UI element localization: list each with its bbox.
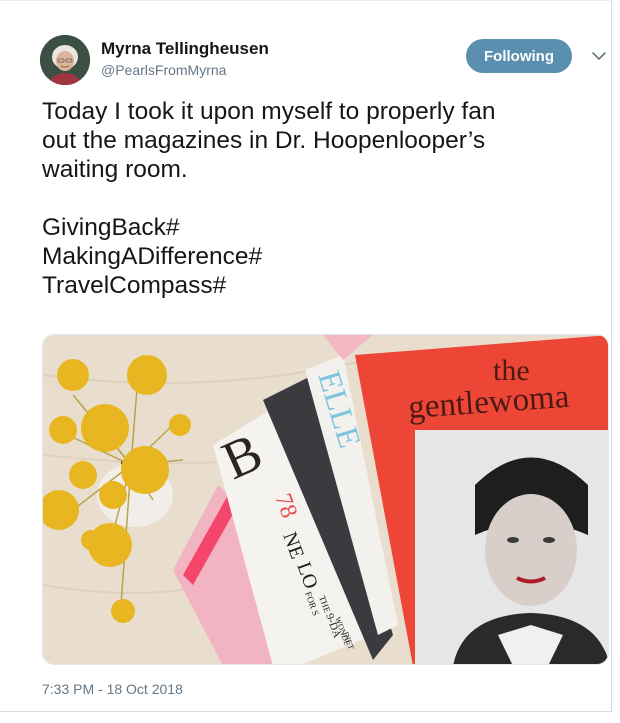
avatar[interactable] (40, 35, 90, 85)
avatar-portrait (40, 35, 90, 85)
tweet-photo[interactable]: B 78 NE LO FOR S THE 9-DA WONDE DIET ELL… (42, 334, 609, 665)
hashtag-line: GivingBack# (42, 214, 180, 241)
tweet-text-line: Today I took it upon myself to properly … (42, 98, 496, 125)
magazines-photo: B 78 NE LO FOR S THE 9-DA WONDE DIET ELL… (43, 335, 608, 664)
hashtag-line: MakingADifference# (42, 243, 263, 270)
tweet-timestamp[interactable]: 7:33 PM - 18 Oct 2018 (42, 681, 183, 697)
author-handle[interactable]: @PearlsFromMyrna (101, 61, 269, 80)
tweet-text: Today I took it upon myself to properly … (42, 97, 602, 300)
tweet-header: Myrna Tellingheusen @PearlsFromMyrna Fol… (40, 35, 606, 87)
following-button[interactable]: Following (466, 39, 572, 73)
chevron-down-icon[interactable] (590, 47, 608, 65)
tweet-text-line: waiting room. (42, 156, 188, 183)
tweet-text-line: out the magazines in Dr. Hoopenlooper’s (42, 127, 486, 154)
author-names: Myrna Tellingheusen @PearlsFromMyrna (101, 39, 269, 80)
tweet-card: Myrna Tellingheusen @PearlsFromMyrna Fol… (0, 0, 612, 712)
hashtag-line: TravelCompass# (42, 272, 227, 299)
author-display-name[interactable]: Myrna Tellingheusen (101, 39, 269, 59)
